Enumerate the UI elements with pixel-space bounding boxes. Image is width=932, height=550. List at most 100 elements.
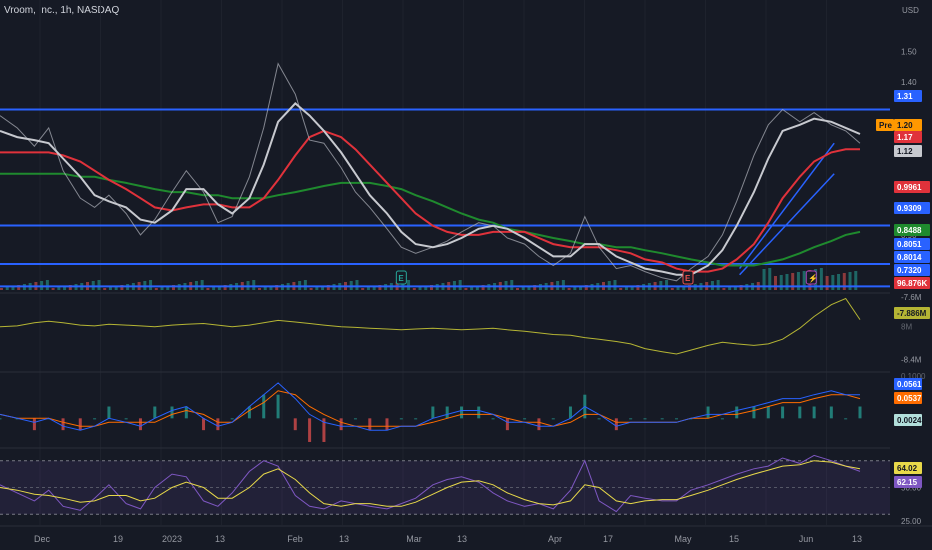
volume-bar bbox=[516, 288, 519, 290]
macd-badge-0: 0.0561 bbox=[894, 378, 922, 390]
time-tick-9: 17 bbox=[603, 534, 613, 544]
price-badge-3-label: 1.17 bbox=[897, 133, 913, 142]
time-axis: Dec 19 2023 13 Feb 13 Mar 13 Apr 17 May 15 Jun 13 bbox=[0, 525, 932, 544]
price-badge-10: 0.7320 bbox=[894, 264, 930, 276]
macd-histogram-bar bbox=[385, 418, 389, 431]
macd-histogram-bar bbox=[858, 406, 862, 419]
price-badge-5-label: 0.9961 bbox=[897, 183, 922, 192]
macd-histogram-bar bbox=[798, 406, 802, 419]
volume-bar bbox=[258, 288, 261, 290]
volume-bar bbox=[418, 287, 422, 290]
macd-histogram-bar bbox=[202, 418, 206, 431]
price-badge-0-label: 1.31 bbox=[897, 92, 913, 101]
price-badge-8: 0.8051 bbox=[894, 238, 930, 250]
price-badge-6: 0.9309 bbox=[894, 202, 930, 214]
macd-histogram-bar bbox=[781, 406, 785, 419]
volume-bar bbox=[779, 275, 783, 290]
volume-bar bbox=[412, 288, 416, 290]
macd-badge-2-label: 0.0024 bbox=[897, 416, 922, 425]
volume-bar bbox=[619, 288, 623, 290]
volume-bar bbox=[45, 280, 49, 290]
price-badge-7: 0.8488 bbox=[894, 224, 930, 236]
price-badge-2-label: 1.20 bbox=[897, 121, 913, 130]
volume-bar bbox=[837, 274, 841, 290]
macd-histogram-bar bbox=[766, 406, 770, 419]
macd-histogram-bar bbox=[568, 406, 572, 419]
volume-bar bbox=[521, 287, 525, 290]
volume-bar bbox=[108, 287, 112, 290]
price-tick-0: 1.50 bbox=[901, 47, 917, 56]
time-tick-4: Feb bbox=[287, 534, 303, 544]
volume-bar bbox=[774, 276, 777, 290]
ma-slow-line bbox=[0, 172, 861, 267]
chart-canvas[interactable]: EE⚡ 1.501.400.901.31Pre1.201.171.120.996… bbox=[0, 0, 932, 550]
volume-bar bbox=[561, 280, 565, 290]
macd-histogram-bar bbox=[491, 418, 495, 420]
obv-badge: -7.886M bbox=[894, 307, 930, 319]
trend-channel-line-1 bbox=[739, 173, 835, 276]
volume-bar bbox=[0, 288, 3, 290]
volume-bar bbox=[57, 287, 61, 290]
macd-histogram-bar bbox=[643, 418, 647, 420]
volume-bar bbox=[51, 288, 55, 290]
time-tick-6: Mar bbox=[406, 534, 422, 544]
macd-badge-1: 0.0537 bbox=[894, 392, 922, 404]
price-badge-6-label: 0.9309 bbox=[897, 204, 922, 213]
macd-histogram-bar bbox=[107, 406, 111, 419]
time-tick-13: 13 bbox=[852, 534, 862, 544]
price-badge-2: 1.20 bbox=[894, 119, 922, 131]
volume-bar bbox=[263, 287, 267, 290]
price-badge-4: 1.12 bbox=[894, 145, 922, 157]
macd-histogram-bar bbox=[720, 418, 724, 420]
time-tick-5: 13 bbox=[339, 534, 349, 544]
trend-channel-line-0 bbox=[739, 142, 835, 270]
macd-histogram-bar bbox=[675, 418, 679, 420]
time-tick-7: 13 bbox=[457, 534, 467, 544]
obv-tick-partial: 8M bbox=[901, 323, 912, 332]
macd-histogram-bar bbox=[614, 418, 618, 431]
macd-histogram-bar bbox=[629, 418, 633, 420]
macd-histogram-bar bbox=[368, 418, 372, 431]
volume-bar bbox=[567, 288, 571, 290]
time-tick-3: 13 bbox=[215, 534, 225, 544]
macd-histogram-bar bbox=[399, 418, 403, 420]
macd-histogram-bar bbox=[247, 406, 251, 419]
macd-histogram-bar bbox=[262, 394, 266, 419]
price-badge-pre-label: Pre bbox=[879, 121, 892, 130]
volume-bar bbox=[831, 275, 835, 290]
price-badge-10-label: 0.7320 bbox=[897, 266, 922, 275]
macd-badge-1-label: 0.0537 bbox=[897, 394, 922, 403]
time-tick-0: Dec bbox=[34, 534, 51, 544]
price-badge-pre: Pre bbox=[876, 119, 894, 131]
macd-pane bbox=[0, 371, 890, 442]
macd-histogram-bar bbox=[124, 418, 128, 420]
volume-bar bbox=[613, 280, 617, 290]
macd-histogram-bar bbox=[61, 418, 65, 431]
rsi-badge-0: 64.02 bbox=[894, 462, 922, 474]
macd-histogram-bar bbox=[184, 406, 188, 419]
time-tick-8: Apr bbox=[548, 534, 562, 544]
rsi-pane bbox=[0, 447, 890, 515]
price-badge-11: 96.876K bbox=[894, 277, 930, 289]
macd-histogram-bar bbox=[308, 418, 312, 442]
volume-bar bbox=[5, 287, 9, 290]
volume-bar bbox=[212, 287, 216, 290]
volume-bar bbox=[464, 288, 468, 290]
time-tick-1: 19 bbox=[113, 534, 123, 544]
price-badge-8-label: 0.8051 bbox=[897, 240, 922, 249]
volume-bar bbox=[470, 287, 474, 290]
volume-bar bbox=[200, 280, 204, 290]
macd-histogram-bar bbox=[706, 406, 710, 419]
macd-badge-0-label: 0.0561 bbox=[897, 380, 922, 389]
volume-bar bbox=[665, 280, 669, 290]
event-marker-label-0: E bbox=[398, 274, 404, 283]
macd-histogram-bar bbox=[812, 406, 816, 419]
macd-histogram-bar bbox=[78, 418, 82, 431]
macd-histogram-bar bbox=[93, 418, 97, 420]
obv-line bbox=[0, 297, 861, 355]
volume-bar bbox=[154, 288, 158, 290]
rsi-badge-1: 62.15 bbox=[894, 476, 922, 488]
macd-badge-2: 0.0024 bbox=[894, 414, 922, 426]
macd-histogram-bar bbox=[32, 418, 36, 431]
volume-bar bbox=[722, 288, 726, 290]
